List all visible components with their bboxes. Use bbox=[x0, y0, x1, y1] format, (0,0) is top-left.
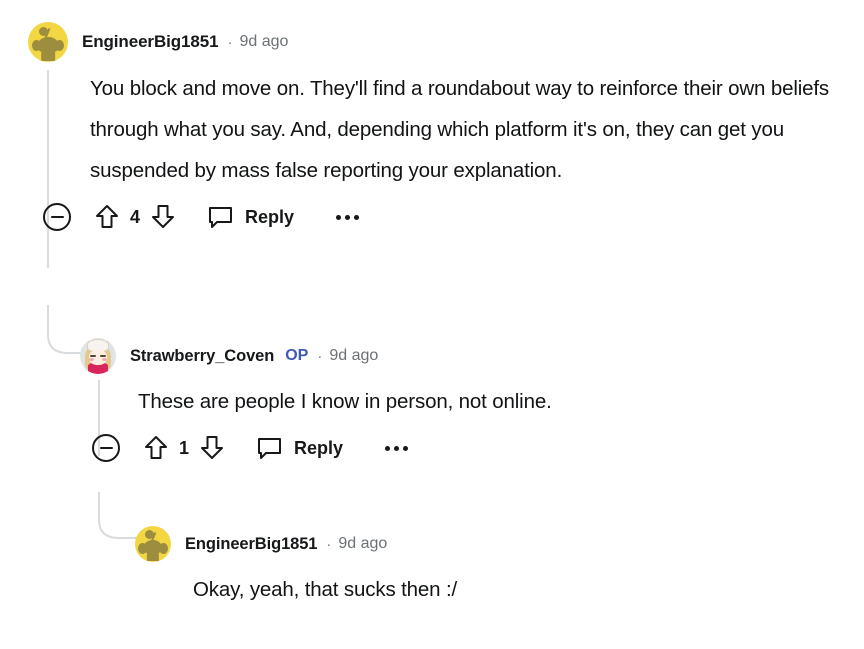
comment-action-bar: 1 Reply bbox=[92, 434, 840, 462]
comment-header: EngineerBig1851 · 9d ago bbox=[135, 524, 835, 564]
eye-right bbox=[99, 355, 106, 358]
comment-thread: EngineerBig1851 · 9d ago You block and m… bbox=[0, 0, 864, 649]
comment-action-bar: 4 Reply bbox=[43, 203, 848, 231]
comment-author[interactable]: EngineerBig1851 bbox=[185, 535, 317, 554]
comment-header: EngineerBig1851 · 9d ago bbox=[28, 22, 848, 62]
comment-body: Okay, yeah, that sucks then :/ bbox=[193, 578, 458, 601]
minus-circle-icon bbox=[99, 447, 113, 449]
vote-count: 1 bbox=[179, 437, 190, 458]
collapse-thread-button[interactable] bbox=[92, 434, 120, 462]
collapse-thread-button[interactable] bbox=[43, 203, 71, 231]
comment-header: Strawberry_Coven OP · 9d ago bbox=[80, 336, 840, 376]
comment-bubble-icon bbox=[208, 205, 233, 230]
reply-label: Reply bbox=[294, 437, 344, 458]
comment-bubble-icon bbox=[257, 436, 282, 461]
reply-label: Reply bbox=[245, 206, 295, 227]
dot bbox=[345, 214, 351, 220]
comment-item: EngineerBig1851 · 9d ago Okay, yeah, tha… bbox=[135, 524, 835, 610]
dot bbox=[403, 445, 409, 451]
comment-body: You block and move on. They'll find a ro… bbox=[90, 77, 830, 182]
snoo-body bbox=[41, 50, 55, 62]
reply-button[interactable]: Reply bbox=[257, 436, 343, 461]
minus-circle-icon bbox=[50, 216, 64, 218]
dot bbox=[354, 214, 360, 220]
comment-timestamp: 9d ago bbox=[239, 33, 289, 50]
upvote-arrow-icon[interactable] bbox=[95, 204, 119, 230]
downvote-arrow-icon[interactable] bbox=[151, 204, 175, 230]
dot bbox=[385, 445, 391, 451]
vote-group: 4 bbox=[95, 204, 175, 230]
comment-item: EngineerBig1851 · 9d ago You block and m… bbox=[28, 22, 848, 231]
upvote-arrow-icon[interactable] bbox=[144, 435, 168, 461]
downvote-arrow-icon[interactable] bbox=[200, 435, 224, 461]
avatar[interactable] bbox=[28, 22, 68, 62]
comment-timestamp: 9d ago bbox=[338, 535, 388, 552]
overflow-dots-icon[interactable] bbox=[336, 214, 360, 220]
avatar[interactable] bbox=[135, 526, 171, 562]
meta-separator: · bbox=[317, 347, 323, 365]
snoo-body bbox=[146, 551, 160, 562]
reply-button[interactable]: Reply bbox=[208, 205, 294, 230]
comment-item: Strawberry_Coven OP · 9d ago These are p… bbox=[80, 336, 840, 462]
eye-left bbox=[90, 355, 97, 358]
comment-timestamp: 9d ago bbox=[329, 347, 379, 364]
meta-separator: · bbox=[326, 535, 332, 553]
avatar[interactable] bbox=[80, 338, 116, 374]
face bbox=[89, 349, 107, 365]
vote-count: 4 bbox=[130, 206, 141, 227]
comment-author[interactable]: EngineerBig1851 bbox=[82, 32, 219, 52]
meta-separator: · bbox=[227, 33, 233, 51]
vote-group: 1 bbox=[144, 435, 224, 461]
comment-body: These are people I know in person, not o… bbox=[138, 390, 552, 413]
overflow-dots-icon[interactable] bbox=[385, 445, 409, 451]
shirt bbox=[87, 363, 109, 374]
dot bbox=[336, 214, 342, 220]
comment-author[interactable]: Strawberry_Coven bbox=[130, 347, 274, 366]
dot bbox=[394, 445, 400, 451]
op-badge: OP bbox=[285, 347, 309, 364]
